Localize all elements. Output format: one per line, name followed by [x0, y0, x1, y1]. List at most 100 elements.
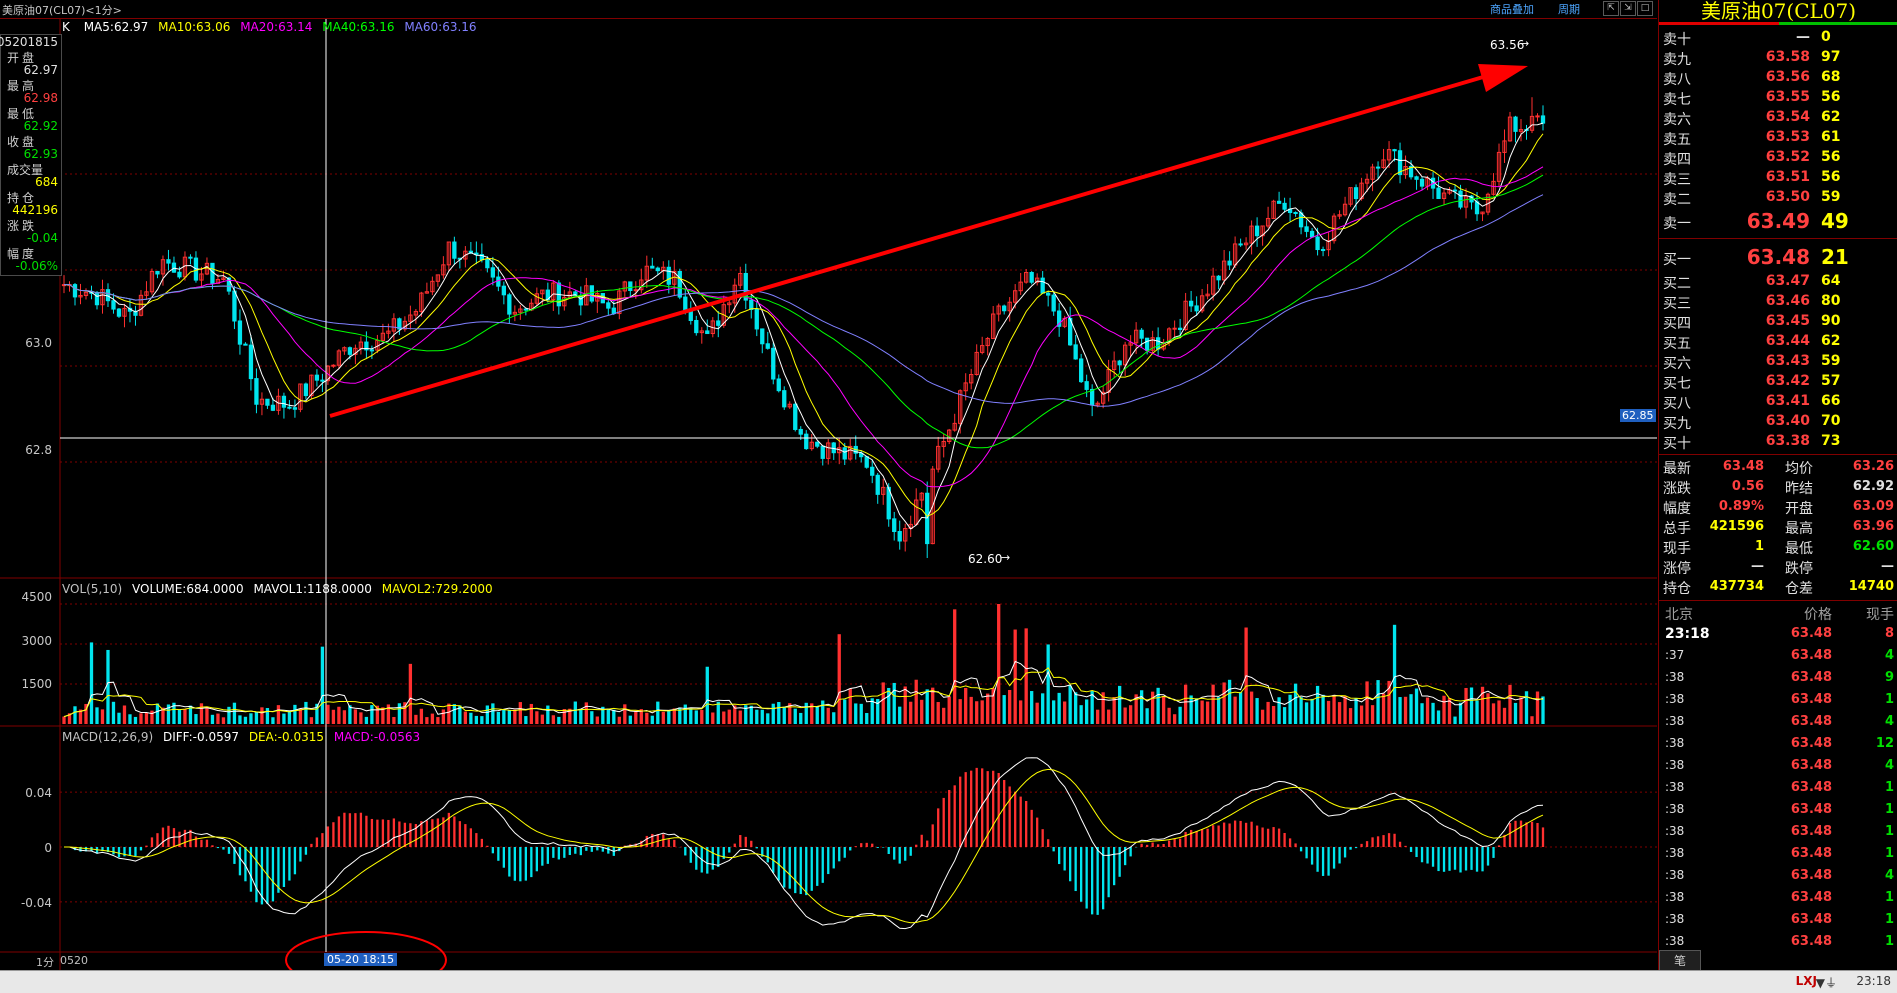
stat-value: 63.96 — [1852, 519, 1894, 534]
tick-volume: 1 — [1884, 846, 1894, 861]
tick-price: 63.48 — [1790, 758, 1832, 773]
volume-bar — [480, 716, 484, 724]
stat-label: 涨停 — [1663, 561, 1691, 577]
volume-bar — [766, 713, 770, 724]
volume-bar — [463, 711, 468, 724]
ask-volume: 49 — [1821, 209, 1849, 233]
volume-bar — [562, 709, 566, 724]
ask-price: — — [1796, 29, 1810, 45]
volume-bar — [529, 703, 533, 724]
ask-price: 63.52 — [1765, 149, 1810, 165]
shrink-icon[interactable]: ⇲ — [1620, 1, 1636, 16]
volume-bar — [1178, 706, 1182, 724]
signal-icon: ▼⏚ — [1815, 976, 1837, 990]
volume-bar — [540, 714, 544, 724]
volume-bar — [887, 687, 891, 724]
book-divider — [1659, 238, 1897, 239]
tick-header-volume: 现手 — [1866, 607, 1894, 623]
volume-bar — [958, 699, 962, 724]
stat-label: 持仓 — [1663, 581, 1691, 597]
volume-bar — [969, 696, 973, 724]
volume-bar — [1189, 695, 1193, 724]
stat-value: 63.48 — [1722, 459, 1764, 474]
stat-label: 仓差 — [1785, 581, 1813, 597]
volume-bar — [397, 703, 402, 724]
candle-body — [628, 281, 633, 291]
candle-body — [188, 256, 193, 259]
volume-bar — [1508, 684, 1512, 724]
bid-price: 63.48 — [1746, 245, 1810, 269]
volume-bar — [606, 708, 610, 724]
volume-bar — [1046, 644, 1050, 724]
volume-bar — [1128, 705, 1133, 724]
vol-axis-label-3000: 3000 — [21, 634, 52, 648]
volume-bar — [496, 711, 501, 724]
tick-row: :38 63.48 12 — [1659, 736, 1897, 758]
legend-diff: DIFF:-0.0597 — [162, 730, 239, 744]
candle-body — [793, 403, 798, 430]
legend-ma40: MA40:63.16 — [322, 20, 395, 34]
mavol1-line — [63, 660, 1544, 718]
volume-bar — [1365, 681, 1369, 724]
vol-axis-label-4500: 4500 — [21, 590, 52, 604]
candle-body — [749, 299, 754, 311]
volume-bar — [777, 702, 781, 724]
overlay-commodity-link[interactable]: 商品叠加 — [1490, 1, 1534, 17]
volume-bar — [1519, 697, 1523, 724]
candle-body — [650, 265, 655, 269]
volume-bar — [216, 713, 220, 724]
tick-volume: 1 — [1884, 890, 1894, 905]
volume-bar — [1530, 716, 1534, 724]
volume-bar — [771, 703, 775, 724]
tick-price: 63.48 — [1790, 802, 1832, 817]
ask-row: 卖四 63.52 56 — [1659, 148, 1897, 168]
volume-bar — [1376, 680, 1380, 724]
volume-bar — [1453, 716, 1457, 724]
ask-label: 卖三 — [1663, 172, 1691, 188]
volume-bar — [1041, 693, 1045, 724]
status-bar: LXJ ▼⏚ 23:18 — [0, 970, 1897, 993]
bid-volume: 21 — [1821, 245, 1849, 269]
volume-bar — [364, 716, 369, 724]
restore-icon[interactable]: ⇱ — [1603, 1, 1619, 16]
candle-body — [369, 349, 375, 352]
volume-bar — [265, 708, 270, 724]
tab-ticks[interactable]: 笔 — [1659, 950, 1701, 972]
volume-bar — [386, 704, 391, 724]
candle-body — [771, 347, 776, 380]
chart-canvas[interactable] — [0, 0, 1657, 970]
period-link[interactable]: 周期 — [1558, 1, 1580, 17]
status-brand: LXJ — [1795, 974, 1817, 988]
quote-title: 美原油07(CL07) — [1700, 0, 1857, 23]
volume-bar — [1436, 710, 1441, 724]
candle-body — [155, 270, 160, 275]
stat-label: 最低 — [1785, 541, 1813, 557]
candle-body — [177, 271, 182, 278]
ask-volume: 62 — [1821, 109, 1841, 125]
ask-label: 卖七 — [1663, 92, 1691, 108]
candle-body — [1155, 337, 1161, 350]
candle-body — [694, 319, 699, 334]
tick-header-price: 价格 — [1804, 607, 1832, 623]
volume-bar — [1497, 700, 1501, 724]
volume-bar — [507, 710, 511, 724]
volume-bar — [590, 711, 594, 724]
volume-bar — [925, 689, 929, 724]
volume-bar — [1299, 697, 1303, 724]
stat-label: 开盘 — [1785, 501, 1813, 517]
candle-body — [1254, 225, 1260, 237]
stat-value: — — [1881, 559, 1894, 574]
volume-bar — [199, 703, 204, 724]
candle-body — [760, 328, 765, 345]
candle-body — [611, 307, 616, 315]
tick-time: :38 — [1665, 890, 1685, 904]
volume-bar — [1194, 698, 1199, 724]
bid-row: 买五 63.44 62 — [1659, 332, 1897, 352]
stat-label: 昨结 — [1785, 481, 1813, 497]
ma60-line — [64, 194, 1544, 407]
maximize-icon[interactable]: □ — [1637, 1, 1653, 16]
volume-bar — [1541, 696, 1545, 724]
volume-bar — [964, 687, 968, 724]
candle-body — [1452, 189, 1458, 192]
volume-bar — [898, 706, 902, 724]
